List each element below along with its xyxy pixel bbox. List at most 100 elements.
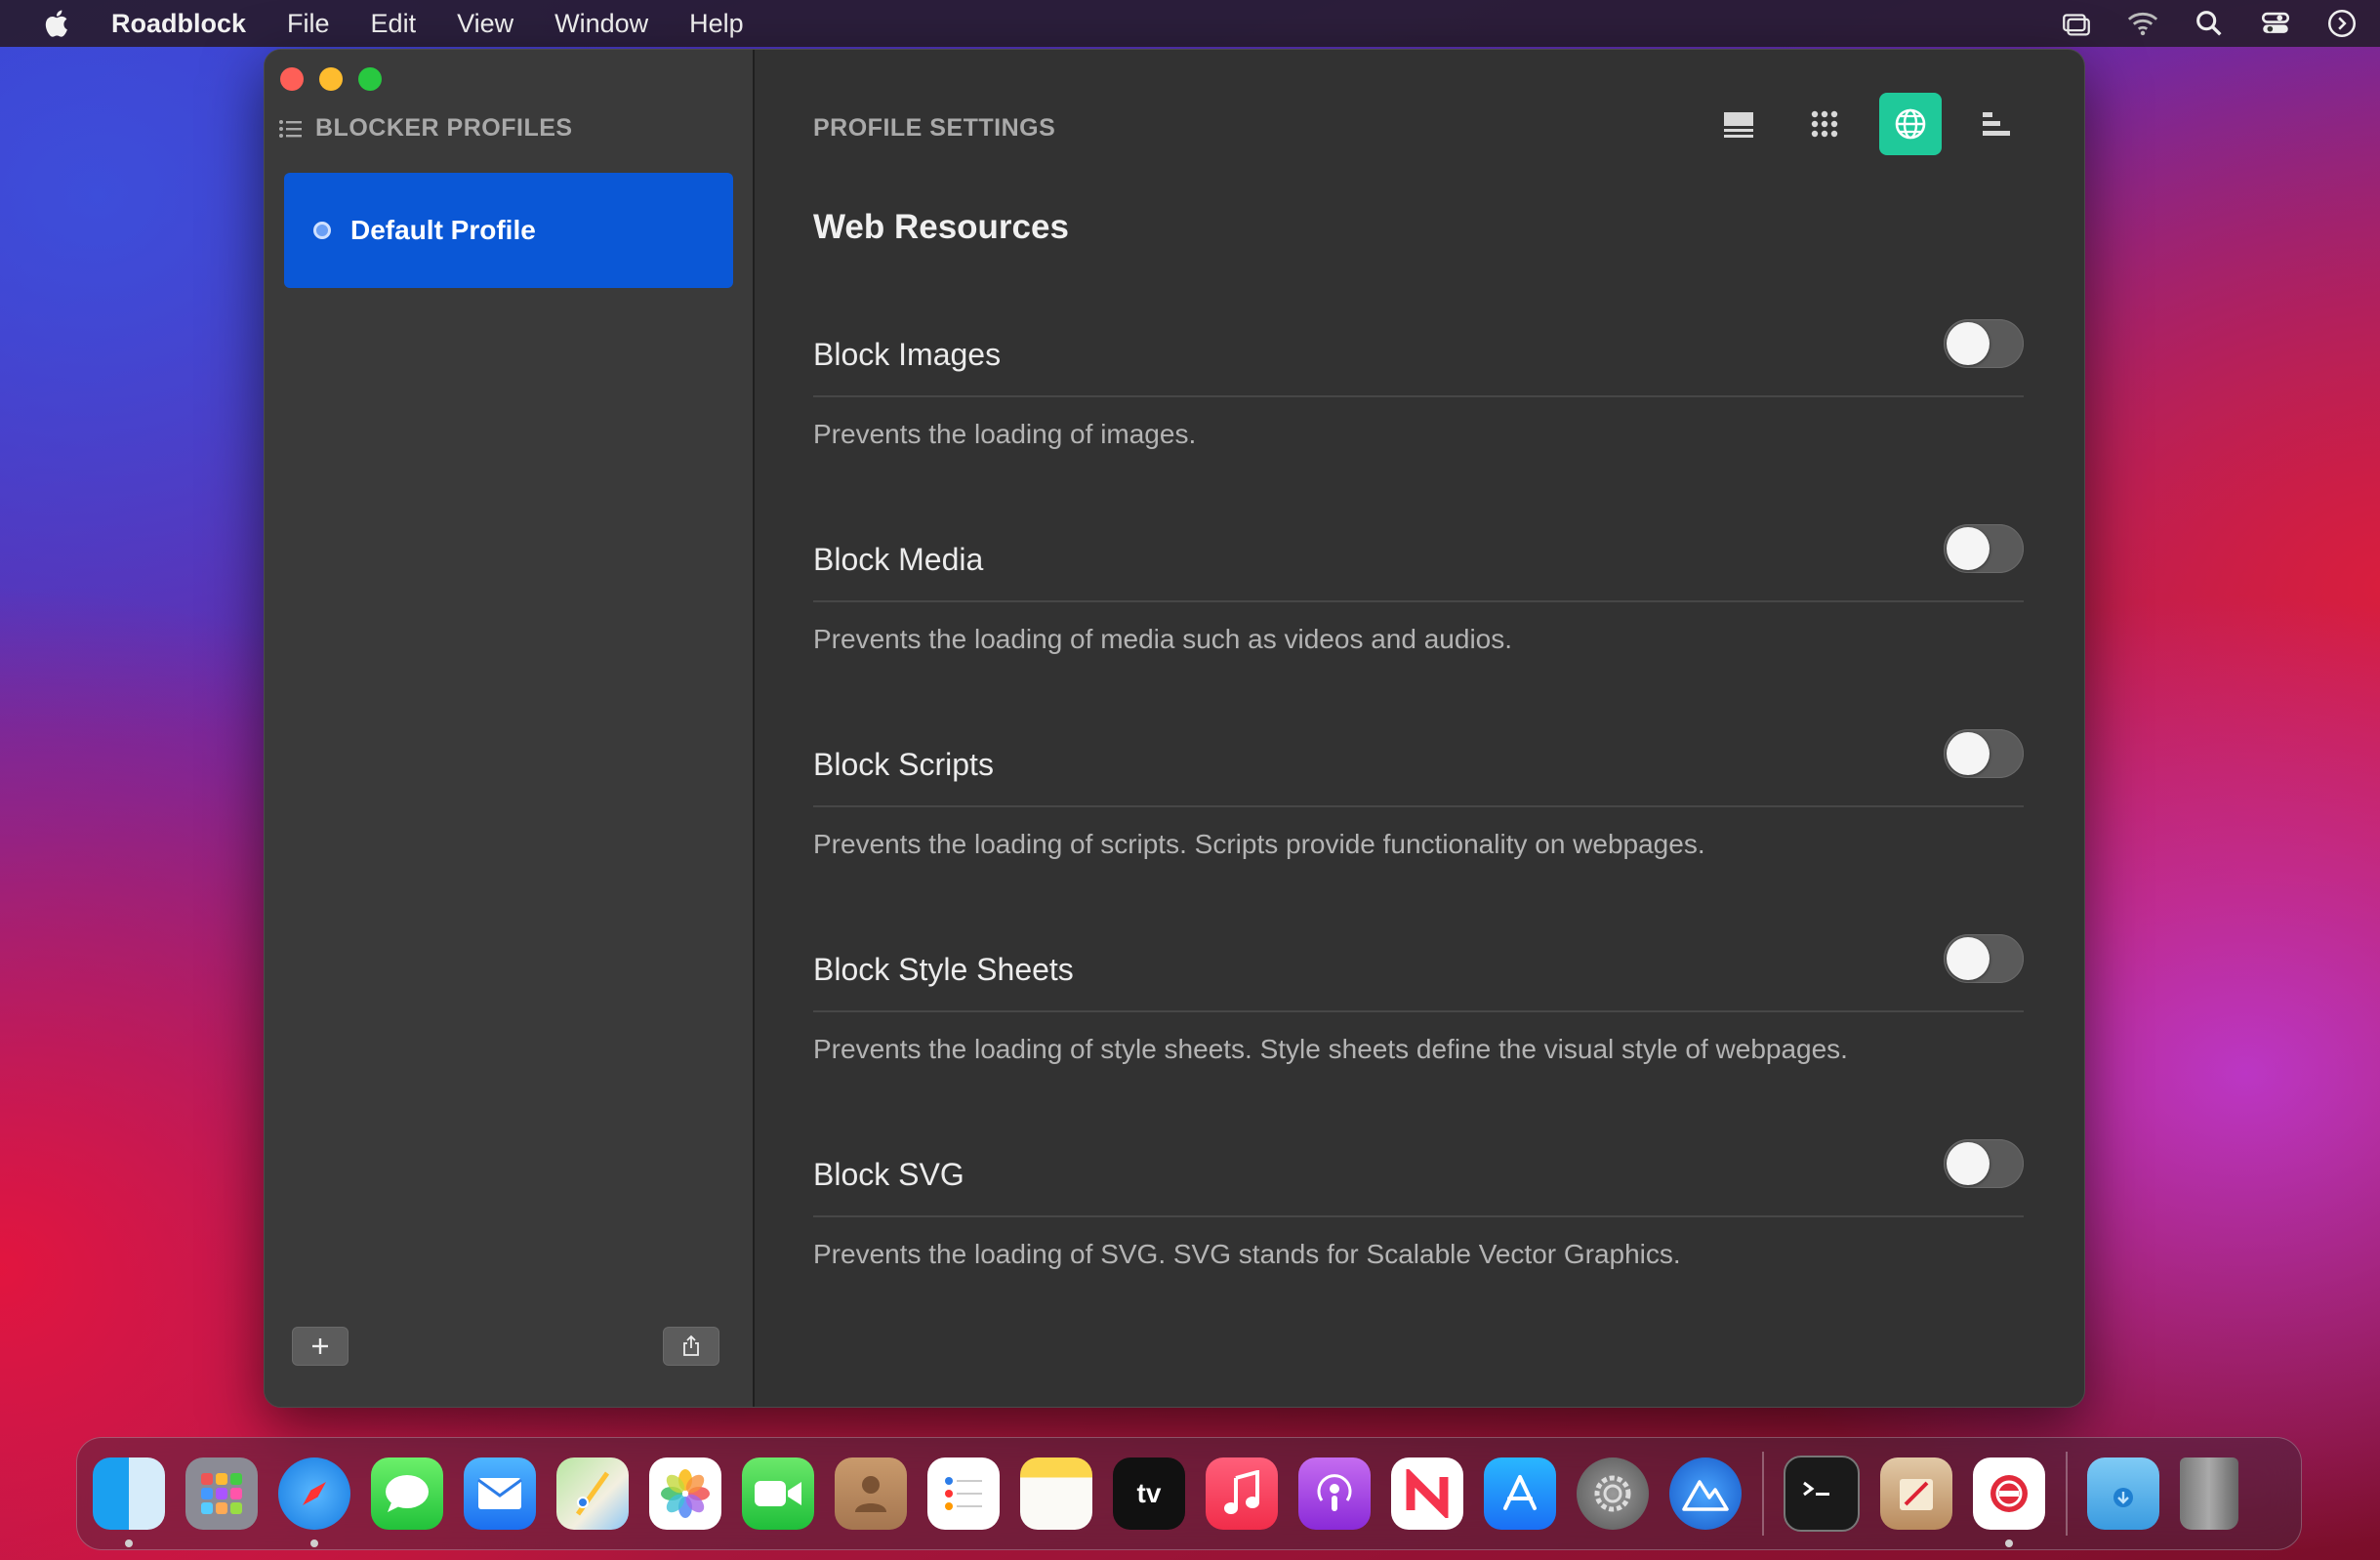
spotlight-search-icon[interactable] bbox=[2193, 7, 2226, 40]
contacts-icon[interactable] bbox=[835, 1457, 907, 1530]
plus-icon bbox=[312, 1338, 328, 1354]
menu-app-name[interactable]: Roadblock bbox=[111, 0, 246, 47]
profile-label: Default Profile bbox=[350, 215, 536, 245]
setting-label: Block Scripts bbox=[813, 747, 994, 782]
block-svg-toggle[interactable] bbox=[1944, 1139, 2024, 1188]
setting-row: Block Media bbox=[813, 524, 2024, 602]
sidebar-title: BLOCKER PROFILES bbox=[315, 114, 573, 142]
setting-row: Block SVG bbox=[813, 1139, 2024, 1217]
close-window-button[interactable] bbox=[280, 67, 304, 91]
advanced-tab-button[interactable] bbox=[1965, 93, 2028, 155]
block-images-toggle[interactable] bbox=[1944, 319, 2024, 368]
content-list-tab-button[interactable] bbox=[1707, 93, 1770, 155]
minimize-window-button[interactable] bbox=[319, 67, 343, 91]
maps-icon[interactable] bbox=[556, 1457, 629, 1530]
roadblock-dock-icon[interactable] bbox=[1973, 1457, 2045, 1547]
broadcast-glyph bbox=[1317, 1474, 1352, 1511]
setting-label: Block Style Sheets bbox=[813, 952, 1074, 987]
music-note-glyph bbox=[1224, 1470, 1259, 1514]
grid-tab-button[interactable] bbox=[1793, 93, 1856, 155]
section-title: Web Resources bbox=[813, 208, 1069, 246]
download-arrow-glyph bbox=[2113, 1488, 2133, 1507]
sidebar-item-default-profile[interactable]: Default Profile bbox=[284, 173, 733, 288]
photos-icon[interactable] bbox=[649, 1457, 721, 1530]
profile-settings-pane: PROFILE SETTINGS Web Resources Block Ima… bbox=[755, 50, 2084, 1407]
mountain-glyph bbox=[1682, 1480, 1729, 1511]
envelope-glyph bbox=[477, 1478, 522, 1509]
setting-row: Block Images bbox=[813, 319, 2024, 397]
scroll-glyph bbox=[1900, 1479, 1933, 1510]
system-preferences-icon[interactable] bbox=[1577, 1457, 1649, 1530]
facetime-icon[interactable] bbox=[742, 1457, 814, 1530]
setting-description: Prevents the loading of images. bbox=[813, 419, 1197, 449]
dock-separator bbox=[1762, 1452, 1764, 1536]
video-camera-glyph bbox=[755, 1481, 801, 1506]
share-profile-button[interactable] bbox=[663, 1327, 719, 1366]
map-glyph bbox=[575, 1471, 610, 1516]
add-profile-button[interactable] bbox=[292, 1327, 349, 1366]
control-center-icon[interactable] bbox=[2259, 7, 2292, 40]
finder-icon[interactable] bbox=[93, 1457, 165, 1547]
notes-icon[interactable] bbox=[1020, 1457, 1092, 1530]
screen-mirroring-icon[interactable] bbox=[2060, 7, 2093, 40]
checklist-glyph bbox=[945, 1477, 982, 1510]
menu-view[interactable]: View bbox=[457, 0, 513, 47]
sidebar: BLOCKER PROFILES Default Profile bbox=[265, 50, 755, 1407]
menu-bar: Roadblock File Edit View Window Help bbox=[0, 0, 2380, 47]
flower-glyph bbox=[661, 1469, 710, 1518]
app-store-a-glyph bbox=[1503, 1475, 1537, 1510]
setting-description: Prevents the loading of media such as vi… bbox=[813, 624, 1513, 654]
script-editor-icon[interactable] bbox=[1880, 1457, 1952, 1530]
altimeter-icon[interactable] bbox=[1669, 1457, 1742, 1530]
menu-help[interactable]: Help bbox=[689, 0, 744, 47]
profile-status-icon bbox=[313, 222, 331, 239]
setting-block-svg: Block SVG Prevents the loading of SVG. S… bbox=[813, 1139, 2024, 1269]
block-scripts-toggle[interactable] bbox=[1944, 729, 2024, 778]
running-indicator bbox=[125, 1539, 133, 1547]
tv-icon[interactable]: tv bbox=[1113, 1457, 1185, 1530]
web-resources-tab-button[interactable] bbox=[1879, 93, 1942, 155]
toggle-knob bbox=[1947, 322, 1990, 365]
setting-block-images: Block Images Prevents the loading of ima… bbox=[813, 319, 2024, 449]
menu-window[interactable]: Window bbox=[554, 0, 648, 47]
tv-label: tv bbox=[1136, 1478, 1162, 1508]
globe-icon bbox=[1895, 108, 1926, 140]
podcasts-icon[interactable] bbox=[1298, 1457, 1371, 1530]
menu-file[interactable]: File bbox=[287, 0, 330, 47]
mail-icon[interactable] bbox=[464, 1457, 536, 1530]
terminal-icon[interactable] bbox=[1784, 1456, 1860, 1532]
setting-label: Block Images bbox=[813, 337, 1002, 372]
setting-block-scripts: Block Scripts Prevents the loading of sc… bbox=[813, 729, 2024, 859]
window-controls bbox=[280, 67, 382, 91]
settings-toolbar bbox=[1707, 93, 2028, 155]
safari-icon[interactable] bbox=[278, 1457, 350, 1547]
launchpad-grid-glyph bbox=[201, 1473, 242, 1514]
app-store-icon[interactable] bbox=[1484, 1457, 1556, 1530]
messages-icon[interactable] bbox=[371, 1457, 443, 1530]
menu-edit[interactable]: Edit bbox=[371, 0, 417, 47]
music-icon[interactable] bbox=[1206, 1457, 1278, 1530]
maximize-window-button[interactable] bbox=[358, 67, 382, 91]
toggle-knob bbox=[1947, 732, 1990, 775]
trash-icon[interactable] bbox=[2180, 1457, 2238, 1530]
toggle-knob bbox=[1947, 527, 1990, 570]
launchpad-icon[interactable] bbox=[185, 1457, 258, 1530]
toggle-knob bbox=[1947, 937, 1990, 980]
grid-icon bbox=[1811, 110, 1838, 138]
setting-description: Prevents the loading of style sheets. St… bbox=[813, 1034, 1848, 1064]
setting-row: Block Style Sheets bbox=[813, 934, 2024, 1012]
toggle-knob bbox=[1947, 1142, 1990, 1185]
setting-label: Block SVG bbox=[813, 1157, 964, 1192]
reminders-icon[interactable] bbox=[927, 1457, 1000, 1530]
block-media-toggle[interactable] bbox=[1944, 524, 2024, 573]
siri-icon[interactable] bbox=[2325, 7, 2359, 40]
dock: tv bbox=[76, 1437, 2302, 1550]
running-indicator bbox=[2005, 1539, 2013, 1547]
compass-glyph bbox=[302, 1481, 327, 1506]
block-style-sheets-toggle[interactable] bbox=[1944, 934, 2024, 983]
apple-logo-icon[interactable] bbox=[41, 7, 74, 40]
prompt-glyph bbox=[1803, 1481, 1829, 1497]
wifi-icon[interactable] bbox=[2126, 7, 2159, 40]
news-icon[interactable] bbox=[1391, 1457, 1463, 1530]
downloads-folder-icon[interactable] bbox=[2087, 1457, 2159, 1530]
